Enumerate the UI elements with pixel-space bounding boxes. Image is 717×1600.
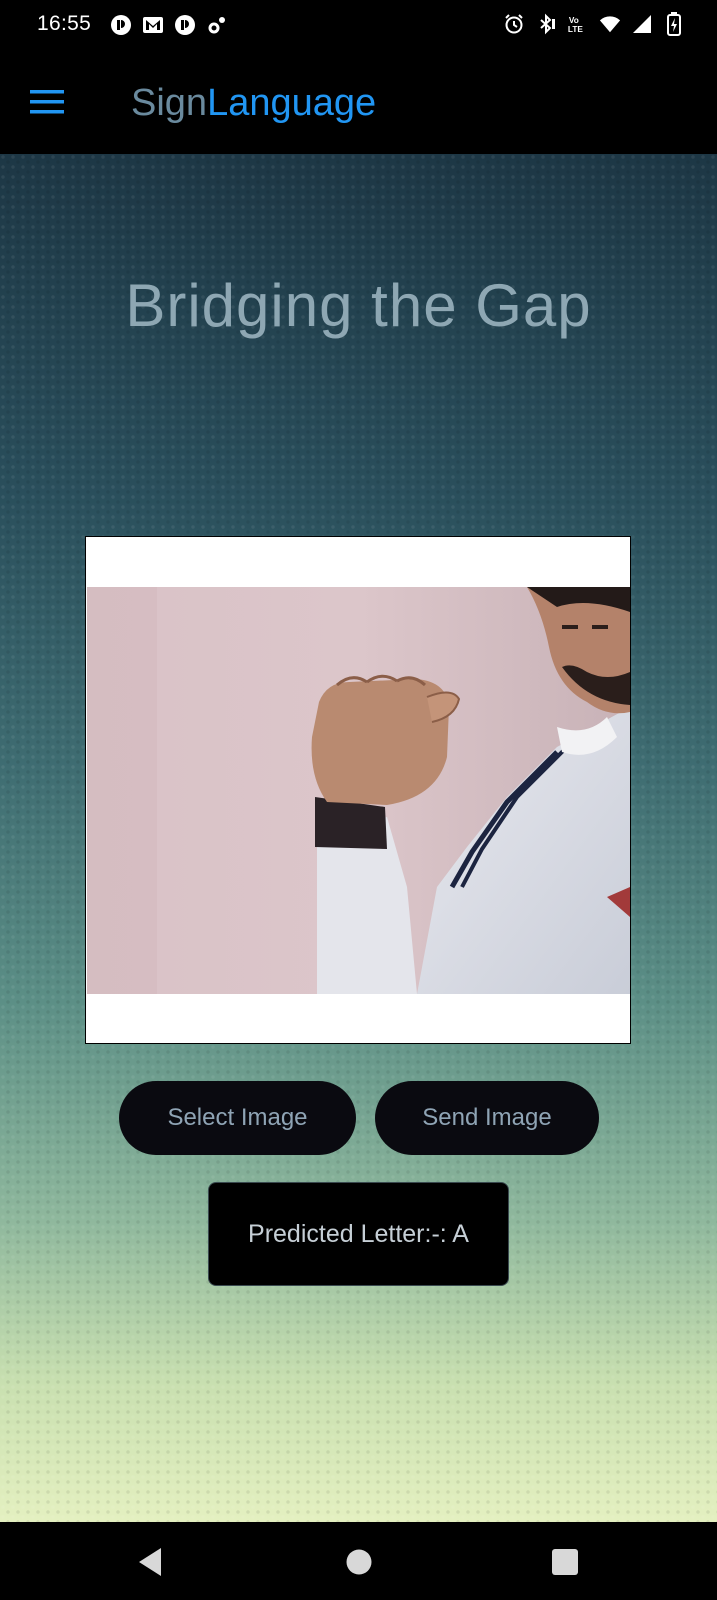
app-title-sign: Sign (131, 82, 208, 124)
main-content: Bridging the Gap Select Image Send Image… (0, 154, 717, 1522)
svg-text:Vo: Vo (569, 16, 579, 25)
status-time: 16:55 (37, 12, 92, 35)
page-headline: Bridging the Gap (125, 272, 592, 339)
svg-text:LTE: LTE (568, 25, 583, 34)
recents-icon[interactable] (545, 1542, 585, 1582)
app-title: SignLanguage (131, 78, 376, 128)
select-image-button[interactable]: Select Image (119, 1081, 356, 1155)
notification-app-icon (110, 14, 132, 36)
app-title-language: Language (207, 82, 377, 124)
battery-charging-icon (663, 12, 685, 36)
hamburger-menu-icon[interactable] (30, 86, 66, 118)
send-image-button[interactable]: Send Image (375, 1081, 599, 1155)
signal-icon (631, 13, 653, 35)
wifi-icon (599, 13, 621, 35)
home-icon[interactable] (339, 1542, 379, 1582)
system-nav-bar (0, 1522, 717, 1600)
gmail-icon (142, 14, 164, 36)
alarm-icon (503, 13, 525, 35)
bluetooth-icon (535, 13, 557, 35)
volte-icon: Vo LTE (567, 13, 589, 35)
predicted-letter-text: Predicted Letter:-: A (248, 1219, 469, 1248)
predicted-letter-display: Predicted Letter:-: A (208, 1182, 509, 1286)
app-bar: SignLanguage (0, 52, 717, 154)
status-notification-icons (110, 14, 228, 36)
photo-hand-sign (87, 587, 630, 994)
status-system-icons: Vo LTE (503, 12, 685, 36)
back-icon[interactable] (130, 1542, 170, 1582)
notification-app-icon (174, 14, 196, 36)
image-preview-frame (85, 536, 631, 1044)
settings-sync-icon (206, 14, 228, 36)
app-screen: 16:55 Vo LTE SignLanguage Bridging the G… (0, 0, 717, 1600)
status-bar: 16:55 Vo LTE (0, 0, 717, 52)
